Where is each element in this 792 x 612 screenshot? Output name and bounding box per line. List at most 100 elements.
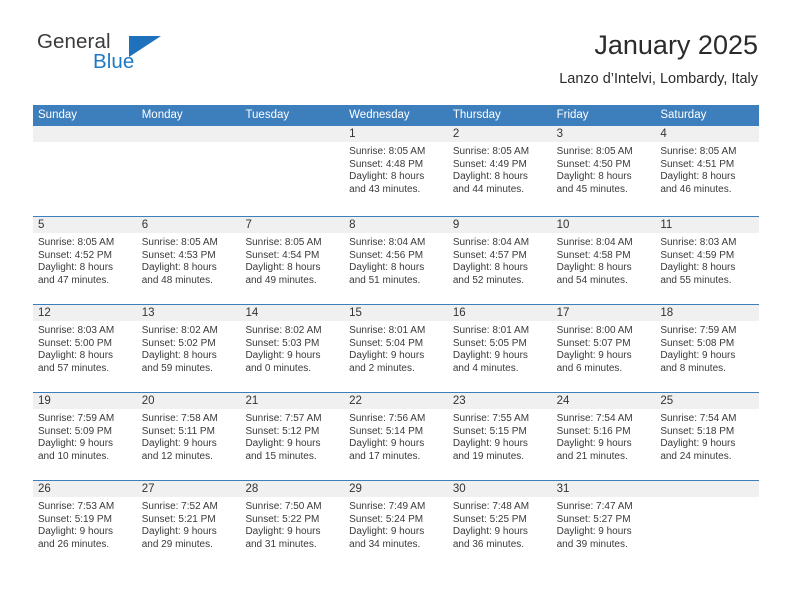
day-details: Sunrise: 8:01 AM Sunset: 5:05 PM Daylight:…: [448, 321, 552, 375]
weekday-header-thursday: Thursday: [452, 109, 501, 121]
day-number: 18: [655, 305, 760, 321]
day-detail-line: Daylight: 9 hours: [452, 438, 528, 450]
day-details: [137, 142, 241, 146]
day-cell-12[interactable]: 12 Sunrise: 8:03 AM Sunset: 5:00 PM Dayligh…: [33, 305, 137, 392]
calendar-week-row: 5 Sunrise: 8:05 AM Sunset: 4:52 PM Daylight…: [33, 216, 760, 304]
day-cell-30[interactable]: 30 Sunrise: 7:48 AM Sunset: 5:25 PM Dayligh…: [447, 481, 552, 568]
day-number: 13: [136, 305, 241, 321]
day-detail-line: Sunset: 5:03 PM: [245, 337, 320, 349]
day-details: Sunrise: 7:59 AM Sunset: 5:09 PM Daylight:…: [33, 409, 137, 463]
day-detail-line: Sunset: 5:14 PM: [349, 425, 424, 437]
day-cell-28[interactable]: 28 Sunrise: 7:50 AM Sunset: 5:22 PM Dayligh…: [240, 481, 345, 568]
day-cell-22[interactable]: 22 Sunrise: 7:56 AM Sunset: 5:14 PM Dayligh…: [344, 393, 448, 480]
day-details: [33, 142, 137, 146]
day-details: Sunrise: 7:55 AM Sunset: 5:15 PM Daylight:…: [448, 409, 552, 463]
day-cell-8[interactable]: 8 Sunrise: 8:04 AM Sunset: 4:56 PM Daylight…: [344, 217, 448, 304]
day-number: 11: [655, 217, 760, 233]
day-cell-24[interactable]: 24 Sunrise: 7:54 AM Sunset: 5:16 PM Dayligh…: [551, 393, 656, 480]
day-detail-line: Sunrise: 7:58 AM: [141, 413, 218, 424]
day-details: Sunrise: 7:56 AM Sunset: 5:14 PM Daylight:…: [344, 409, 448, 463]
day-details: Sunrise: 7:53 AM Sunset: 5:19 PM Daylight:…: [33, 497, 137, 551]
day-cell-20[interactable]: 20 Sunrise: 7:58 AM Sunset: 5:11 PM Dayligh…: [136, 393, 241, 480]
day-number: 19: [33, 393, 137, 409]
day-cell-31[interactable]: 31 Sunrise: 7:47 AM Sunset: 5:27 PM Dayligh…: [551, 481, 656, 568]
day-detail-line: Daylight: 8 hours: [556, 171, 632, 183]
day-detail-line: Sunrise: 8:05 AM: [245, 237, 322, 248]
day-cell-10[interactable]: 10 Sunrise: 8:04 AM Sunset: 4:58 PM Dayligh…: [551, 217, 656, 304]
day-cell-6[interactable]: 6 Sunrise: 8:05 AM Sunset: 4:53 PM Daylight…: [136, 217, 241, 304]
weekday-header-wednesday: Wednesday: [349, 109, 410, 121]
day-detail-line: and 51 minutes.: [349, 274, 421, 286]
day-detail-line: Sunset: 5:19 PM: [38, 513, 112, 525]
day-cell-16[interactable]: 16 Sunrise: 8:01 AM Sunset: 5:05 PM Dayligh…: [447, 305, 552, 392]
day-details: Sunrise: 8:03 AM Sunset: 5:00 PM Daylight:…: [33, 321, 137, 375]
calendar-page: General Blue January 2025 Lanzo d’Intelv…: [0, 0, 792, 612]
day-detail-line: and 47 minutes.: [38, 274, 110, 286]
day-cell-29[interactable]: 29 Sunrise: 7:49 AM Sunset: 5:24 PM Dayligh…: [344, 481, 448, 568]
logo-text-blue: Blue: [93, 50, 135, 73]
day-detail-line: and 4 minutes.: [452, 362, 519, 374]
day-detail-line: and 6 minutes.: [556, 362, 623, 374]
day-detail-line: Daylight: 8 hours: [141, 350, 217, 362]
day-number: 1: [344, 126, 448, 142]
day-number: 5: [33, 217, 137, 233]
day-cell-3[interactable]: 3 Sunrise: 8:05 AM Sunset: 4:50 PM Daylight…: [551, 126, 656, 216]
weekday-header-monday: Monday: [141, 109, 183, 121]
day-detail-line: Daylight: 9 hours: [452, 350, 528, 362]
day-number: [33, 126, 137, 142]
day-number: 17: [551, 305, 656, 321]
day-detail-line: Daylight: 8 hours: [349, 262, 425, 274]
day-details: Sunrise: 7:54 AM Sunset: 5:18 PM Daylight:…: [655, 409, 759, 463]
day-detail-line: Daylight: 9 hours: [660, 438, 736, 450]
calendar-grid: Sunday Monday Tuesday Wednesday Thursday Frid…: [33, 105, 760, 568]
calendar-week-row: 12 Sunrise: 8:03 AM Sunset: 5:00 PM Dayligh…: [33, 304, 760, 392]
day-cell-23[interactable]: 23 Sunrise: 7:55 AM Sunset: 5:15 PM Dayligh…: [447, 393, 552, 480]
day-cell-5[interactable]: 5 Sunrise: 8:05 AM Sunset: 4:52 PM Daylight…: [33, 217, 137, 304]
day-detail-line: Daylight: 8 hours: [556, 262, 632, 274]
day-detail-line: Sunrise: 7:52 AM: [141, 501, 218, 512]
day-detail-line: Daylight: 9 hours: [141, 438, 217, 450]
day-detail-line: Daylight: 9 hours: [141, 526, 217, 538]
day-number: 3: [551, 126, 656, 142]
day-number: 9: [447, 217, 552, 233]
day-number: 8: [344, 217, 448, 233]
day-detail-line: Daylight: 9 hours: [245, 350, 321, 362]
day-cell-14[interactable]: 14 Sunrise: 8:02 AM Sunset: 5:03 PM Dayligh…: [240, 305, 345, 392]
day-number: 21: [240, 393, 345, 409]
day-cell-4[interactable]: 4 Sunrise: 8:05 AM Sunset: 4:51 PM Daylight…: [655, 126, 760, 216]
day-details: [240, 142, 344, 146]
day-cell-13[interactable]: 13 Sunrise: 8:02 AM Sunset: 5:02 PM Dayligh…: [136, 305, 241, 392]
day-cell-18[interactable]: 18 Sunrise: 7:59 AM Sunset: 5:08 PM Dayligh…: [655, 305, 760, 392]
day-detail-line: Sunrise: 8:01 AM: [452, 325, 530, 336]
day-cell-26[interactable]: 26 Sunrise: 7:53 AM Sunset: 5:19 PM Dayligh…: [33, 481, 137, 568]
day-detail-line: Sunrise: 8:05 AM: [660, 146, 737, 157]
day-cell-empty: [136, 126, 241, 216]
page-subtitle: Lanzo d’Intelvi, Lombardy, Italy: [559, 71, 758, 87]
day-detail-line: Sunrise: 8:01 AM: [349, 325, 426, 336]
day-cell-27[interactable]: 27 Sunrise: 7:52 AM Sunset: 5:21 PM Dayligh…: [136, 481, 241, 568]
day-cell-21[interactable]: 21 Sunrise: 7:57 AM Sunset: 5:12 PM Dayligh…: [240, 393, 345, 480]
day-detail-line: Sunset: 4:52 PM: [38, 249, 112, 261]
day-detail-line: Daylight: 9 hours: [349, 438, 425, 450]
day-detail-line: Sunrise: 7:48 AM: [452, 501, 530, 512]
day-cell-25[interactable]: 25 Sunrise: 7:54 AM Sunset: 5:18 PM Dayligh…: [655, 393, 760, 480]
day-cell-7[interactable]: 7 Sunrise: 8:05 AM Sunset: 4:54 PM Daylight…: [240, 217, 345, 304]
day-details: Sunrise: 8:05 AM Sunset: 4:48 PM Daylight:…: [344, 142, 448, 196]
day-cell-15[interactable]: 15 Sunrise: 8:01 AM Sunset: 5:04 PM Dayligh…: [344, 305, 448, 392]
day-cell-17[interactable]: 17 Sunrise: 8:00 AM Sunset: 5:07 PM Dayligh…: [551, 305, 656, 392]
day-cell-2[interactable]: 2 Sunrise: 8:05 AM Sunset: 4:49 PM Daylight…: [447, 126, 552, 216]
title-block: January 2025 Lanzo d’Intelvi, Lombardy, …: [559, 28, 758, 88]
day-cell-11[interactable]: 11 Sunrise: 8:03 AM Sunset: 4:59 PM Dayligh…: [655, 217, 760, 304]
day-details: Sunrise: 8:05 AM Sunset: 4:52 PM Daylight:…: [33, 233, 137, 287]
day-details: Sunrise: 7:48 AM Sunset: 5:25 PM Daylight:…: [448, 497, 552, 551]
day-details: Sunrise: 8:05 AM Sunset: 4:51 PM Daylight:…: [655, 142, 759, 196]
day-cell-1[interactable]: 1 Sunrise: 8:05 AM Sunset: 4:48 PM Daylight…: [344, 126, 448, 216]
day-detail-line: and 36 minutes.: [452, 538, 525, 550]
day-cell-19[interactable]: 19 Sunrise: 7:59 AM Sunset: 5:09 PM Dayligh…: [33, 393, 137, 480]
day-detail-line: and 49 minutes.: [245, 274, 317, 286]
day-detail-line: Sunset: 5:18 PM: [660, 425, 735, 437]
day-detail-line: Sunset: 5:09 PM: [38, 425, 112, 437]
day-cell-9[interactable]: 9 Sunrise: 8:04 AM Sunset: 4:57 PM Daylight…: [447, 217, 552, 304]
day-detail-line: Sunrise: 8:05 AM: [556, 146, 633, 157]
day-detail-line: and 59 minutes.: [141, 362, 213, 374]
